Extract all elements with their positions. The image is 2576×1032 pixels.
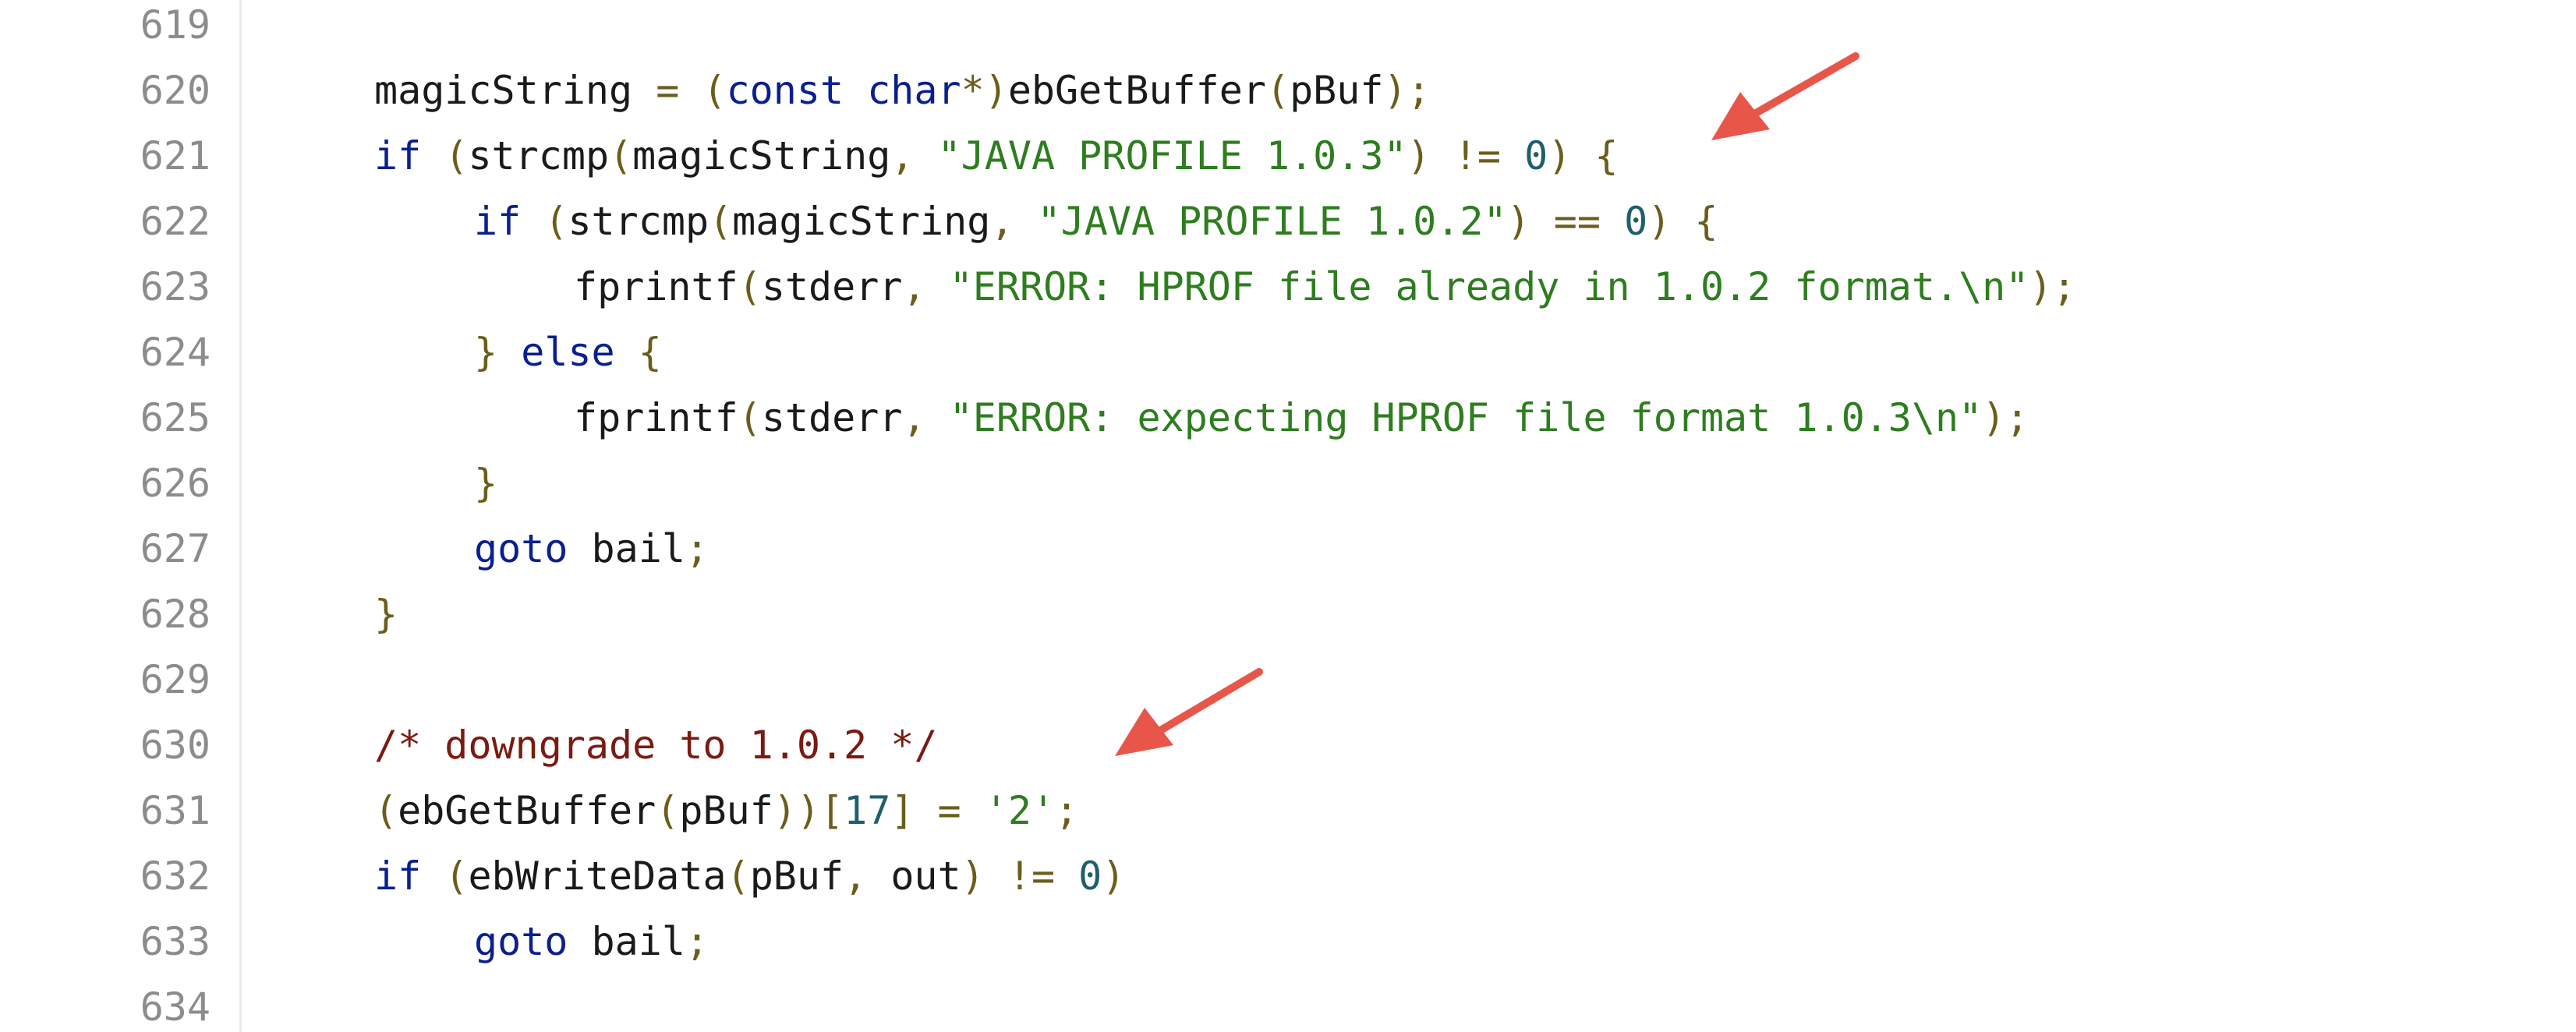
arrow-annotation-line-630 [1115,668,1263,756]
arrow-annotation-line-621 [1711,52,1859,140]
arrow-icon [1743,52,1859,122]
annotation-layer [1115,52,1859,756]
arrow-head-icon [1711,92,1770,140]
code-viewer: 619 620 621 622 623 624 625 626 627 628 629 630 631 6… [0,0,2576,1032]
arrow-icon [1150,668,1263,738]
